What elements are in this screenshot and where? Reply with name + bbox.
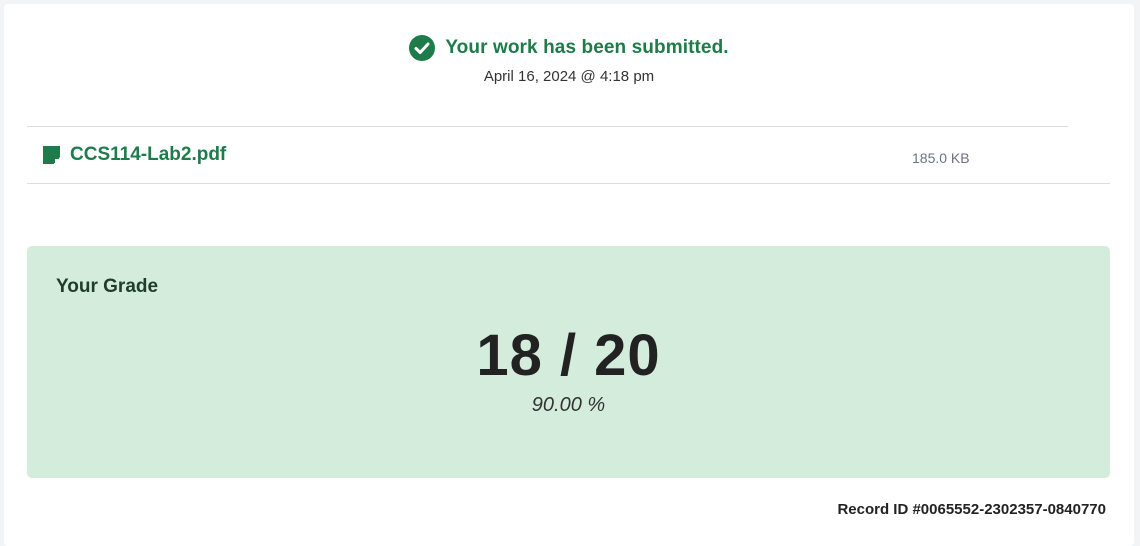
grade-panel: Your Grade 18 / 20 90.00 % xyxy=(27,246,1110,478)
file-size: 185.0 KB xyxy=(912,150,970,166)
submission-card: Your work has been submitted. April 16, … xyxy=(4,4,1134,546)
submitted-file-row: CCS114-Lab2.pdf 185.0 KB xyxy=(27,126,1110,184)
submission-date: April 16, 2024 @ 4:18 pm xyxy=(483,68,655,85)
file-row-top-divider xyxy=(27,126,1068,127)
submission-status-text: Your work has been submitted. xyxy=(445,37,729,58)
file-link-group[interactable]: CCS114-Lab2.pdf xyxy=(43,144,226,166)
file-icon xyxy=(43,146,60,164)
submission-status: Your work has been submitted. April 16, … xyxy=(4,35,1134,85)
grade-score: 18 / 20 xyxy=(476,323,661,388)
grade-label: Your Grade xyxy=(56,276,159,297)
check-circle-icon xyxy=(409,35,436,61)
record-id: Record ID #0065552-2302357-0840770 xyxy=(837,501,1106,518)
file-row-bottom-divider xyxy=(27,183,1110,184)
grade-percent: 90.00 % xyxy=(531,394,606,416)
submission-status-row: Your work has been submitted. xyxy=(409,35,729,61)
file-name-link[interactable]: CCS114-Lab2.pdf xyxy=(70,144,226,166)
